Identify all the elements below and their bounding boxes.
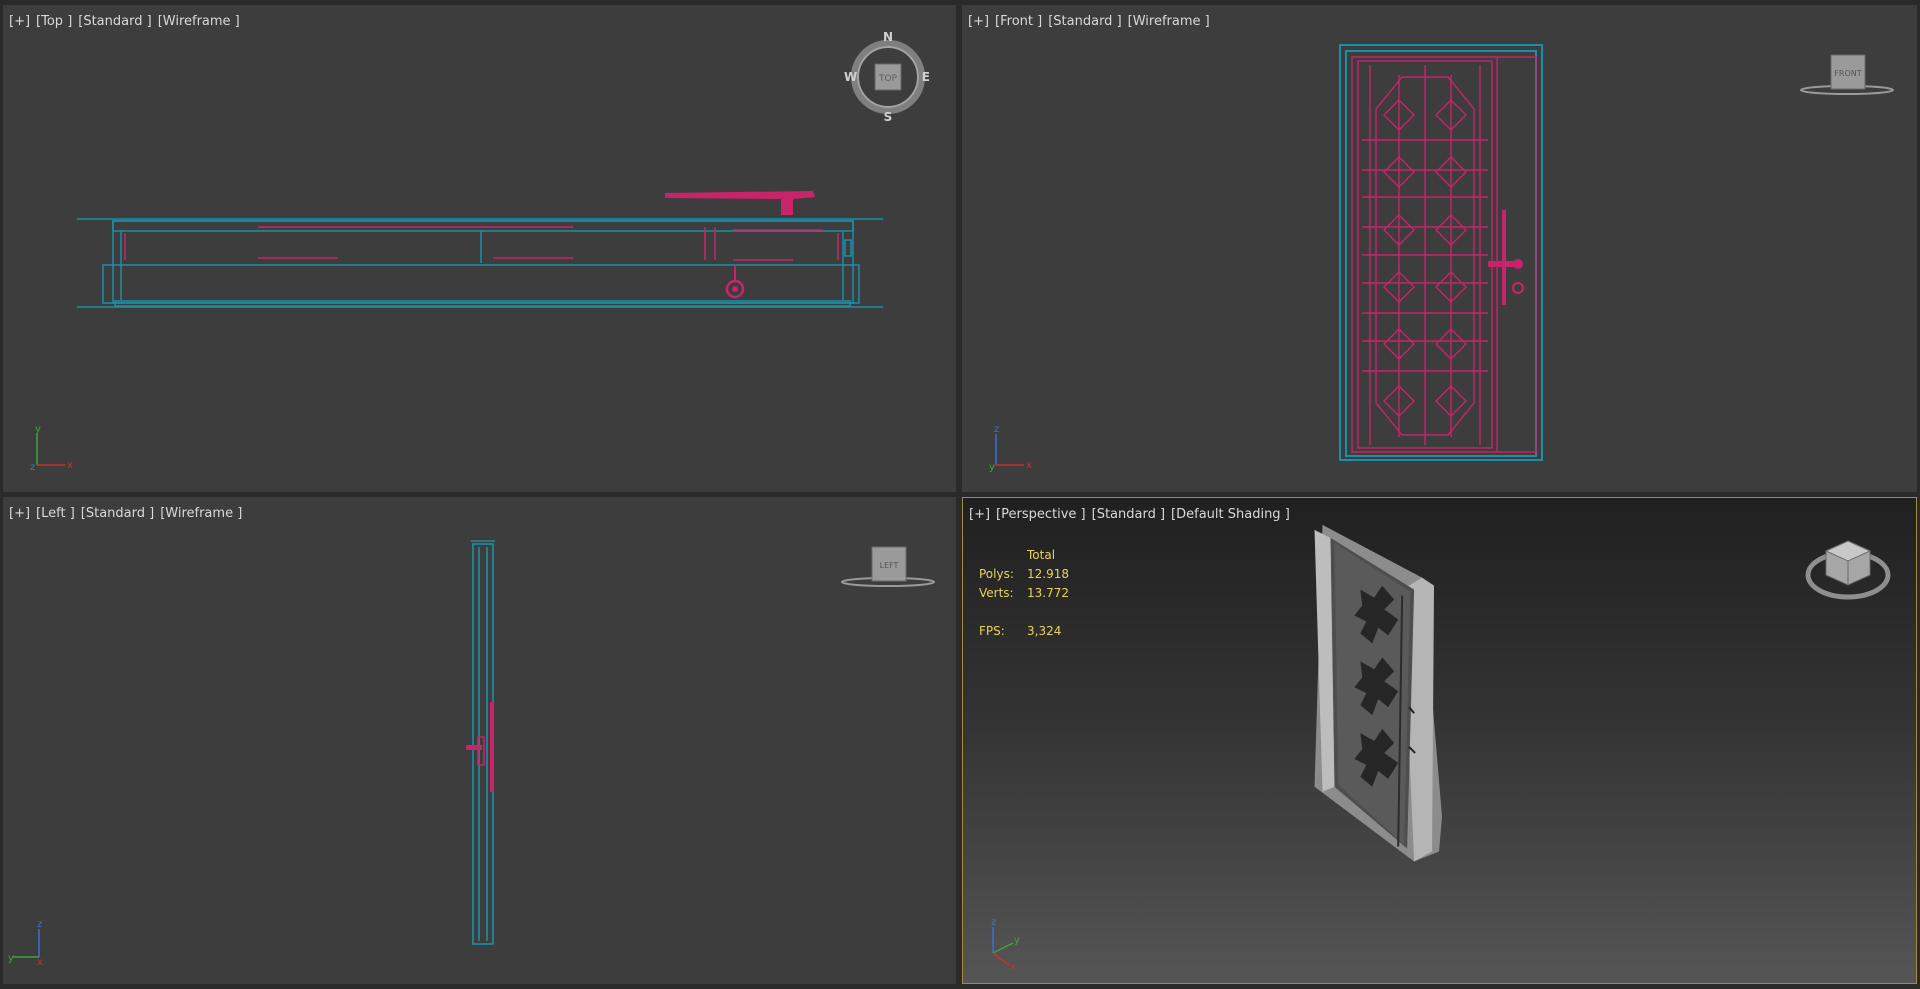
left-wireframe-door <box>466 540 495 945</box>
axis-label-left: y <box>8 953 14 964</box>
perspective-shaded-door <box>1314 524 1442 862</box>
axis-tripod: z y x <box>8 919 43 968</box>
viewcube[interactable]: LEFT <box>838 537 938 597</box>
left-viewport[interactable]: [+] [Left ] [Standard ] [Wireframe ] LEFT z… <box>3 497 956 984</box>
viewcube-face-label[interactable]: FRONT <box>1834 69 1861 78</box>
axis-label-up: y <box>35 424 41 435</box>
axis-label-center: y <box>989 462 995 473</box>
front-wireframe-door <box>1339 44 1543 461</box>
compass-east: E <box>922 70 930 84</box>
compass-viewcube[interactable]: TOP N S E W <box>843 29 933 123</box>
viewcube-face-label[interactable]: TOP <box>878 74 898 84</box>
axis-tripod: y x z <box>30 424 73 473</box>
axis-label-right: x <box>1026 460 1032 471</box>
top-wireframe-door <box>77 191 883 308</box>
perspective-viewport[interactable]: [+] [Perspective ] [Standard ] [Default Sha… <box>962 497 1917 984</box>
axis-label-up: z <box>991 917 996 928</box>
axis-label-down: x <box>1010 962 1016 973</box>
axis-tripod: z y x <box>991 917 1020 973</box>
axis-label-up: z <box>37 919 42 930</box>
viewcube[interactable]: FRONT <box>1797 45 1897 105</box>
compass-south: S <box>884 110 893 123</box>
viewcube[interactable] <box>1798 533 1898 608</box>
axis-label-right: y <box>1014 935 1020 946</box>
axis-label-right: x <box>67 460 73 471</box>
viewcube-face-label[interactable]: LEFT <box>880 561 899 570</box>
front-viewport[interactable]: [+] [Front ] [Standard ] [Wireframe ] FR… <box>962 5 1917 492</box>
axis-label-up: z <box>994 424 999 435</box>
top-viewport[interactable]: [+] [Top ] [Standard ] [Wireframe ] TOP … <box>3 5 956 492</box>
compass-north: N <box>883 30 893 44</box>
axis-label-center: z <box>30 462 35 473</box>
axis-label-center: x <box>37 957 43 968</box>
axis-tripod: z x y <box>989 424 1032 473</box>
compass-west: W <box>844 70 857 84</box>
